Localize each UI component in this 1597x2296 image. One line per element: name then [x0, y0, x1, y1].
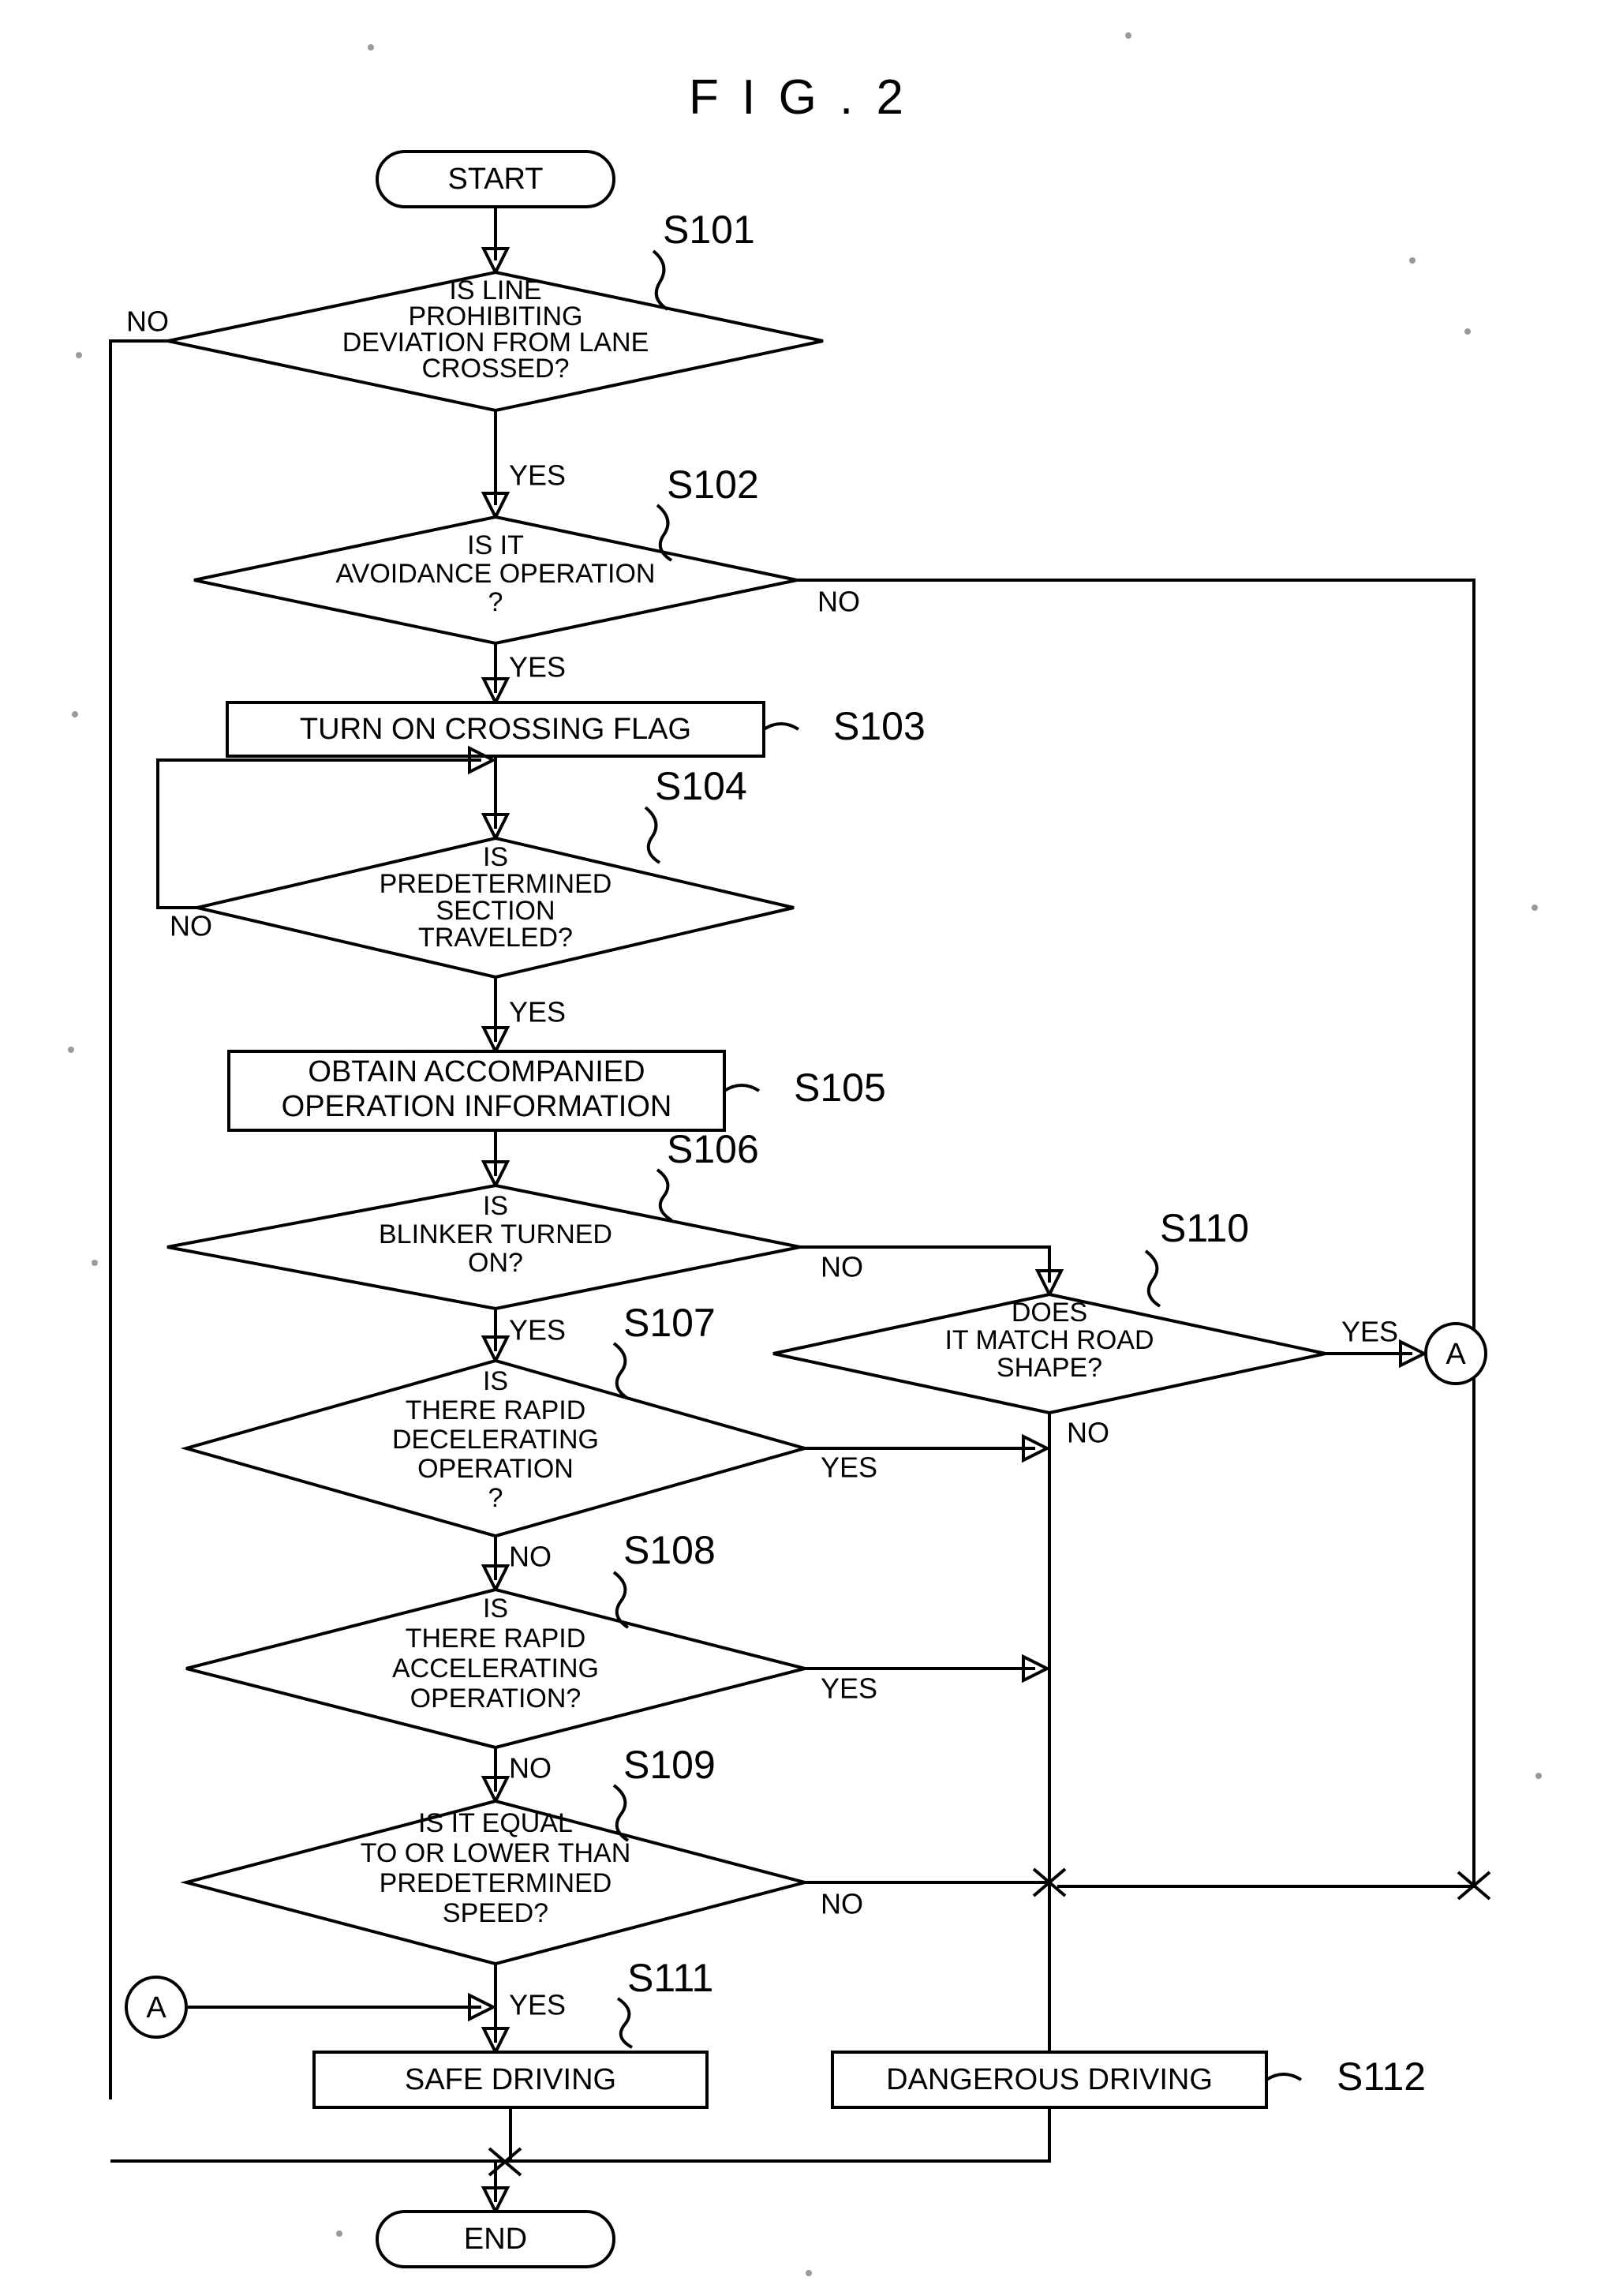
node-s104: IS PREDETERMINED SECTION TRAVELED?: [196, 836, 795, 979]
leader-s107: [612, 1342, 630, 1400]
branch-s107-no: NO: [509, 1541, 552, 1573]
step-label-s109: S109: [623, 1743, 716, 1787]
connector-a-right-label: A: [1446, 1338, 1466, 1371]
step-label-s110: S110: [1160, 1206, 1249, 1250]
node-s103: TURN ON CROSSING FLAG: [226, 701, 765, 758]
leader-s110: [1144, 1249, 1161, 1308]
node-s108: IS THERE RAPID ACCELERATING OPERATION?: [185, 1587, 806, 1750]
connector-a-right: A: [1424, 1322, 1487, 1385]
step-label-s101: S101: [663, 208, 755, 252]
node-s106-line3: ON?: [468, 1248, 523, 1278]
node-s101: IS LINE PROHIBITING DEVIATION FROM LANE …: [167, 270, 824, 413]
node-s107-line2: THERE RAPID: [406, 1395, 586, 1425]
branch-s109-no: NO: [821, 1888, 863, 1920]
node-s110-line1: DOES: [1012, 1298, 1087, 1328]
node-end: END: [376, 2210, 615, 2268]
branch-s107-yes: YES: [821, 1451, 877, 1484]
node-s107-line4: OPERATION: [417, 1454, 574, 1484]
node-s107-line1: IS: [483, 1366, 508, 1396]
step-label-s108: S108: [623, 1528, 716, 1572]
branch-s104-yes: YES: [509, 996, 566, 1028]
step-label-s104: S104: [655, 764, 747, 808]
node-s102-line2: AVOIDANCE OPERATION: [336, 559, 656, 589]
scan-noise-specks: [68, 32, 1542, 2276]
leader-s105: [723, 1084, 761, 1092]
step-label-s107: S107: [623, 1301, 716, 1345]
node-s112: DANGEROUS DRIVING: [831, 2051, 1268, 2109]
node-s105: OBTAIN ACCOMPANIED OPERATION INFORMATION: [227, 1050, 726, 1132]
step-label-s112: S112: [1337, 2054, 1426, 2099]
step-label-s103: S103: [833, 704, 926, 748]
node-s106-line1: IS: [483, 1191, 508, 1221]
branch-s110-yes: YES: [1341, 1316, 1398, 1348]
node-end-label: END: [464, 2223, 527, 2256]
node-s104-line4: TRAVELED?: [418, 923, 573, 953]
edge-s101-no: [109, 339, 168, 2099]
node-s110-line2: IT MATCH ROAD: [944, 1325, 1154, 1355]
leader-s104: [644, 806, 661, 864]
branch-s102-yes: YES: [509, 651, 566, 684]
node-start: START: [376, 150, 615, 208]
node-s109: IS IT EQUAL TO OR LOWER THAN PREDETERMIN…: [180, 1799, 811, 1966]
node-s108-line4: OPERATION?: [410, 1684, 582, 1714]
branch-s106-no: NO: [821, 1251, 863, 1283]
edge-s112-down-join: [110, 2107, 1051, 2163]
node-s109-line2: TO OR LOWER THAN: [361, 1838, 631, 1868]
node-s108-line2: THERE RAPID: [406, 1624, 586, 1654]
node-s111-label: SAFE DRIVING: [405, 2063, 616, 2096]
step-label-s102: S102: [667, 463, 759, 507]
leader-s101: [652, 249, 669, 311]
node-s106-line2: BLINKER TURNED: [379, 1219, 612, 1249]
node-s104-line3: SECTION: [436, 896, 555, 926]
leader-s111: [616, 1997, 634, 2049]
flowchart-diagram: START IS LINE PROHIBITING DEVIATION FROM…: [68, 32, 1542, 2276]
edge-s102-no: [797, 579, 1475, 1886]
node-s107-line3: DECELERATING: [392, 1425, 599, 1455]
node-s102-line1: IS IT: [467, 530, 524, 560]
branch-s108-yes: YES: [821, 1672, 877, 1705]
leader-s112: [1265, 2073, 1303, 2081]
branch-s104-no: NO: [170, 910, 212, 942]
connector-a-left: A: [125, 1976, 188, 2039]
figure-page: F I G . 2 START IS LINE PROHIBITING DEVI…: [0, 0, 1597, 2296]
branch-s106-yes: YES: [509, 1314, 566, 1347]
branch-s102-no: NO: [817, 586, 860, 618]
node-s107: IS THERE RAPID DECELERATING OPERATION ?: [180, 1358, 811, 1538]
node-s102: IS IT AVOIDANCE OPERATION ?: [193, 515, 798, 646]
branch-s101-yes: YES: [509, 459, 566, 492]
node-s111: SAFE DRIVING: [312, 2051, 709, 2109]
step-label-s105: S105: [794, 1066, 886, 1110]
step-label-s106: S106: [667, 1127, 759, 1171]
node-s110-line3: SHAPE?: [997, 1353, 1102, 1383]
branch-s108-no: NO: [509, 1752, 552, 1785]
step-label-s111: S111: [627, 1956, 713, 2000]
leader-s103: [762, 722, 800, 731]
node-s112-label: DANGEROUS DRIVING: [886, 2063, 1213, 2096]
node-s105-line2: OPERATION INFORMATION: [282, 1090, 672, 1123]
node-s110: DOES IT MATCH ROAD SHAPE?: [772, 1292, 1326, 1415]
node-s105-line1: OBTAIN ACCOMPANIED: [308, 1055, 645, 1088]
branch-s109-yes: YES: [509, 1989, 566, 2021]
leader-s106: [656, 1168, 673, 1222]
node-s108-line3: ACCELERATING: [392, 1654, 599, 1684]
node-s109-line3: PREDETERMINED: [380, 1868, 612, 1898]
node-s101-line4: CROSSED?: [421, 354, 569, 384]
node-start-label: START: [447, 163, 543, 196]
branch-s110-no: NO: [1067, 1417, 1109, 1449]
node-s104-line2: PREDETERMINED: [380, 869, 612, 899]
node-s104-line1: IS: [483, 842, 508, 872]
branch-s101-no: NO: [126, 305, 169, 338]
connector-a-left-label: A: [146, 1991, 166, 2024]
node-s107-line5: ?: [488, 1483, 503, 1513]
node-s102-line3: ?: [488, 587, 503, 617]
node-s103-label: TURN ON CROSSING FLAG: [300, 713, 691, 746]
node-s109-line1: IS IT EQUAL: [418, 1808, 573, 1838]
node-s106: IS BLINKER TURNED ON?: [166, 1183, 801, 1311]
node-s108-line1: IS: [483, 1594, 508, 1624]
node-s109-line4: SPEED?: [443, 1898, 548, 1928]
